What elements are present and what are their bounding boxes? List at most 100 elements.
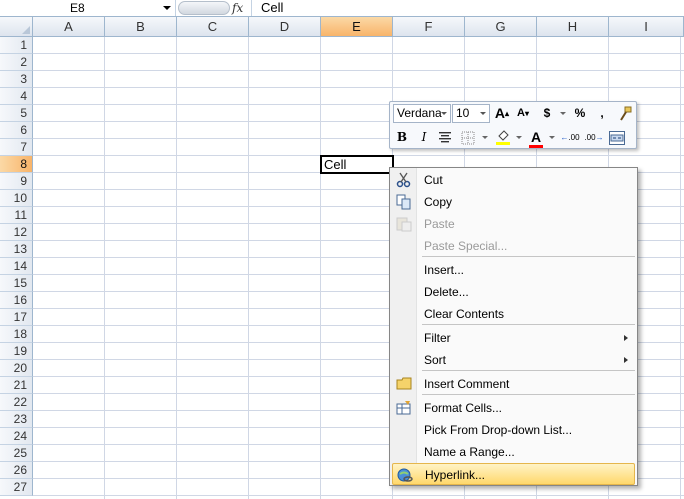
column-header-d[interactable]: D bbox=[249, 17, 321, 37]
currency-icon: $ bbox=[543, 106, 551, 120]
formula-bar-splitter[interactable] bbox=[178, 1, 230, 15]
chevron-down-icon[interactable] bbox=[516, 136, 522, 139]
select-all-corner[interactable] bbox=[0, 17, 33, 37]
font-size-combo[interactable]: 10 bbox=[452, 104, 490, 123]
grow-font-button[interactable]: A▴ bbox=[494, 104, 510, 123]
merge-center-icon bbox=[609, 131, 625, 145]
menu-item-paste-special[interactable]: Paste Special... bbox=[392, 235, 635, 257]
row-header-7[interactable]: 7 bbox=[0, 139, 33, 156]
menu-item-label: Paste Special... bbox=[424, 239, 508, 253]
row-header-23[interactable]: 23 bbox=[0, 411, 33, 428]
row-header-22[interactable]: 22 bbox=[0, 394, 33, 411]
row-header-9[interactable]: 9 bbox=[0, 173, 33, 190]
gridline bbox=[33, 87, 684, 88]
format-painter-button[interactable] bbox=[616, 104, 634, 123]
chevron-down-icon[interactable] bbox=[482, 136, 488, 139]
percent-button[interactable]: % bbox=[573, 104, 587, 123]
mini-toolbar: Verdana 10 A▴ A▾ $ % , B I A ←.00 .00→ bbox=[389, 101, 637, 149]
down-icon: ▾ bbox=[524, 109, 529, 118]
row-header-3[interactable]: 3 bbox=[0, 71, 33, 88]
column-header-e[interactable]: E bbox=[321, 17, 393, 37]
menu-item-label: Name a Range... bbox=[424, 445, 515, 459]
menu-item-sort[interactable]: Sort bbox=[392, 349, 635, 371]
font-name-value: Verdana bbox=[397, 106, 442, 120]
menu-item-label: Insert... bbox=[424, 263, 465, 277]
menu-item-pick-from-drop-down-list[interactable]: Pick From Drop-down List... bbox=[392, 419, 635, 441]
column-header-a[interactable]: A bbox=[33, 17, 105, 37]
menu-item-label: Delete... bbox=[424, 285, 469, 299]
column-header-f[interactable]: F bbox=[393, 17, 465, 37]
context-menu: Cut Copy Paste Paste Special... Insert... Del… bbox=[389, 167, 638, 486]
row-header-17[interactable]: 17 bbox=[0, 309, 33, 326]
currency-button[interactable]: $ bbox=[540, 104, 554, 123]
row-header-21[interactable]: 21 bbox=[0, 377, 33, 394]
menu-item-paste[interactable]: Paste bbox=[392, 213, 635, 235]
borders-icon bbox=[461, 131, 475, 145]
center-button[interactable] bbox=[437, 128, 453, 147]
increase-decimal-button[interactable]: ←.00 bbox=[560, 128, 580, 147]
gridline bbox=[33, 495, 684, 496]
insert-function-icon[interactable]: fx bbox=[232, 0, 243, 16]
row-header-4[interactable]: 4 bbox=[0, 88, 33, 105]
row-header-20[interactable]: 20 bbox=[0, 360, 33, 377]
italic-button[interactable]: I bbox=[417, 128, 431, 147]
column-header-g[interactable]: G bbox=[465, 17, 537, 37]
menu-item-clear-contents[interactable]: Clear Contents bbox=[392, 303, 635, 325]
font-color-button[interactable]: A bbox=[528, 128, 544, 148]
row-header-18[interactable]: 18 bbox=[0, 326, 33, 343]
row-header-5[interactable]: 5 bbox=[0, 105, 33, 122]
row-header-8[interactable]: 8 bbox=[0, 156, 33, 173]
row-header-6[interactable]: 6 bbox=[0, 122, 33, 139]
menu-item-hyperlink[interactable]: Hyperlink... bbox=[392, 463, 635, 485]
gridline bbox=[320, 37, 321, 499]
chevron-down-icon[interactable] bbox=[549, 136, 555, 139]
copy-icon bbox=[396, 194, 412, 210]
column-header-h[interactable]: H bbox=[537, 17, 609, 37]
name-box-value: E8 bbox=[70, 1, 85, 15]
column-header-b[interactable]: B bbox=[105, 17, 177, 37]
row-header-1[interactable]: 1 bbox=[0, 37, 33, 54]
menu-item-label: Copy bbox=[424, 195, 453, 209]
column-header-i[interactable]: I bbox=[609, 17, 684, 37]
menu-item-insert[interactable]: Insert... bbox=[392, 259, 635, 281]
column-header-c[interactable]: C bbox=[177, 17, 249, 37]
borders-button[interactable] bbox=[460, 128, 476, 147]
row-header-2[interactable]: 2 bbox=[0, 54, 33, 71]
menu-item-name-a-range[interactable]: Name a Range... bbox=[392, 441, 635, 463]
comma-button[interactable]: , bbox=[597, 104, 607, 123]
active-cell[interactable]: Cell bbox=[320, 155, 394, 174]
row-header-27[interactable]: 27 bbox=[0, 479, 33, 496]
merge-center-button[interactable] bbox=[608, 128, 626, 147]
row-header-13[interactable]: 13 bbox=[0, 241, 33, 258]
chevron-down-icon[interactable] bbox=[560, 112, 566, 115]
menu-item-copy[interactable]: Copy bbox=[392, 191, 635, 213]
menu-item-delete[interactable]: Delete... bbox=[392, 281, 635, 303]
comma-icon: , bbox=[600, 106, 604, 120]
row-header-25[interactable]: 25 bbox=[0, 445, 33, 462]
font-name-combo[interactable]: Verdana bbox=[393, 104, 451, 123]
row-header-26[interactable]: 26 bbox=[0, 462, 33, 479]
row-header-10[interactable]: 10 bbox=[0, 190, 33, 207]
row-header-11[interactable]: 11 bbox=[0, 207, 33, 224]
menu-item-format-cells[interactable]: Format Cells... bbox=[392, 397, 635, 419]
row-header-15[interactable]: 15 bbox=[0, 275, 33, 292]
bold-button[interactable]: B bbox=[395, 128, 409, 147]
menu-item-label: Format Cells... bbox=[424, 401, 503, 415]
row-header-24[interactable]: 24 bbox=[0, 428, 33, 445]
decrease-decimal-button[interactable]: .00→ bbox=[584, 128, 604, 147]
row-header-14[interactable]: 14 bbox=[0, 258, 33, 275]
row-header-12[interactable]: 12 bbox=[0, 224, 33, 241]
menu-item-cut[interactable]: Cut bbox=[392, 169, 635, 191]
shrink-font-button[interactable]: A▾ bbox=[515, 104, 531, 123]
formula-input[interactable]: Cell bbox=[261, 0, 283, 16]
font-size-value: 10 bbox=[456, 106, 470, 120]
menu-item-label: Filter bbox=[424, 331, 451, 345]
comment-icon bbox=[396, 376, 412, 392]
row-header-16[interactable]: 16 bbox=[0, 292, 33, 309]
fill-color-button[interactable] bbox=[494, 128, 512, 147]
menu-item-filter[interactable]: Filter bbox=[392, 327, 635, 349]
row-header-19[interactable]: 19 bbox=[0, 343, 33, 360]
name-box[interactable]: E8 bbox=[0, 0, 176, 16]
chevron-down-icon[interactable] bbox=[163, 6, 171, 10]
menu-item-insert-comment[interactable]: Insert Comment bbox=[392, 373, 635, 395]
